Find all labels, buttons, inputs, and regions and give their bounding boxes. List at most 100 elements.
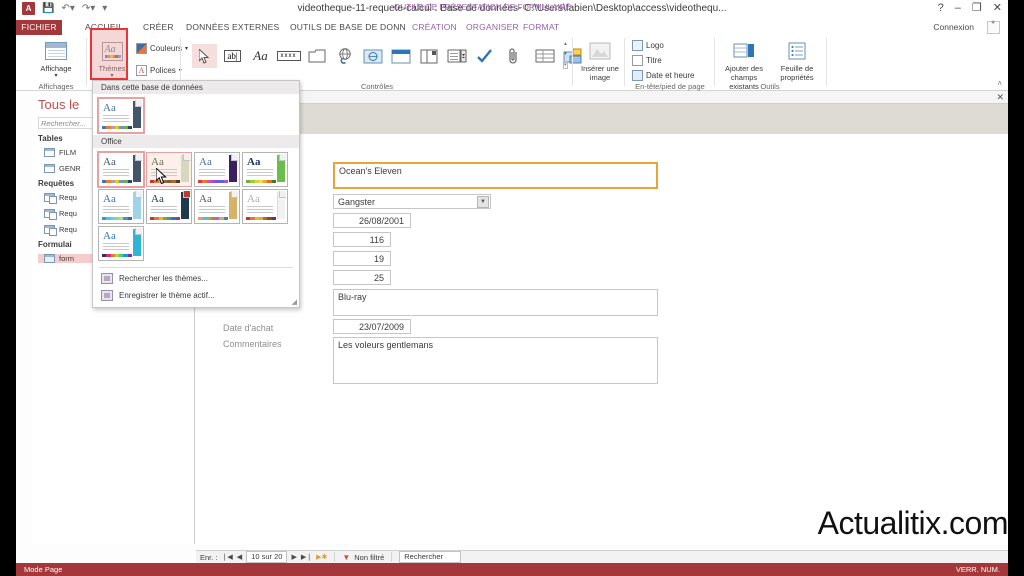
theme-thumb-ion[interactable]: Aa — [242, 152, 288, 187]
help-button[interactable]: ? — [938, 1, 944, 15]
gallery-more-icon[interactable]: ▾ — [563, 61, 568, 69]
textbox-icon[interactable]: ab| — [220, 44, 245, 68]
field-date-achat[interactable]: 23/07/2009 — [333, 319, 411, 334]
field-note[interactable]: 19 — [333, 251, 391, 266]
record-position-input[interactable]: 10 sur 20 — [246, 551, 288, 563]
list-box-icon[interactable] — [532, 44, 557, 68]
inserer-une-image-button[interactable]: Insérer une image — [578, 38, 622, 82]
screen-root: A 💾 ↶▾ ↷▾ ▾ videotheque-11-requete-calcu… — [0, 0, 1024, 576]
record-search-input[interactable]: Rechercher — [399, 551, 462, 563]
gallery-command-rechercher-themes[interactable]: Rechercher les thèmes... — [93, 270, 299, 287]
nav-item-requete-1[interactable]: Requ — [44, 193, 77, 204]
theme-thumb-current[interactable]: Aa — [97, 97, 145, 134]
theme-aa-preview: Aa — [103, 156, 116, 168]
theme-lines-preview — [199, 206, 225, 215]
tab-donnees-externes[interactable]: DONNÉES EXTERNES — [179, 20, 286, 35]
gallery-database-grid: Aa — [93, 94, 299, 135]
tab-fichier[interactable]: FICHIER — [16, 20, 62, 35]
combo-box-icon[interactable] — [444, 44, 469, 68]
nav-item-genre[interactable]: GENR — [44, 164, 81, 173]
subform-icon[interactable] — [416, 44, 441, 68]
theme-thumb-salle-conference[interactable]: Aa — [98, 189, 144, 224]
theme-thumb-integrale[interactable]: Aa — [194, 152, 240, 187]
theme-thumb-vue[interactable]: Aa — [98, 226, 144, 261]
query-icon — [44, 193, 57, 204]
theme-thumb-retrospect[interactable]: Aa — [194, 189, 240, 224]
polices-button[interactable]: A Polices ▾ — [136, 65, 182, 76]
theme-corner-fold — [279, 154, 286, 161]
restore-button[interactable]: ❐ — [972, 1, 982, 15]
date-heure-button[interactable]: Date et heure — [632, 70, 694, 81]
navgroup-tables[interactable]: Tables — [38, 134, 63, 143]
field-duree[interactable]: 116 — [333, 232, 391, 247]
field-support[interactable]: Blu-ray — [333, 289, 658, 316]
button-icon[interactable]: xxxx — [276, 44, 301, 68]
recnav-divider-2 — [391, 552, 393, 562]
chevron-down-icon[interactable]: ▼ — [477, 196, 489, 208]
ajouter-champs-label-1: Ajouter des — [725, 64, 763, 73]
tab-format[interactable]: FORMAT — [516, 20, 566, 35]
navigation-control-icon[interactable] — [388, 44, 413, 68]
field-genre[interactable]: Gangster ▼ — [333, 194, 491, 209]
field-titre[interactable]: Ocean's Eleven — [333, 162, 658, 189]
theme-thumb-organique[interactable]: Aa — [146, 189, 192, 224]
first-record-button[interactable]: ❘◀ — [222, 553, 233, 561]
tab-control-icon[interactable] — [304, 44, 329, 68]
logo-button[interactable]: Logo — [632, 40, 664, 51]
nav-item-label: Requ — [59, 225, 77, 234]
field-date-sortie[interactable]: 26/08/2001 — [333, 213, 411, 228]
gallery-resize-grip[interactable]: ◢ — [292, 298, 297, 306]
theme-lines-preview — [247, 206, 273, 215]
theme-thumb-secteur[interactable]: Aa — [242, 189, 288, 224]
attachment-icon[interactable] — [500, 44, 525, 68]
field-genre-value: Gangster — [338, 197, 376, 207]
field-commentaires[interactable]: Les voleurs gentlemans — [333, 337, 658, 384]
navgroup-requetes[interactable]: Requêtes — [38, 179, 74, 188]
affichage-button[interactable]: Affichage ▾ — [34, 38, 78, 79]
next-record-button[interactable]: ▶ — [291, 553, 296, 561]
gallery-scroll-up-icon[interactable]: ▲ — [563, 41, 568, 47]
account-avatar-icon[interactable] — [987, 19, 1000, 34]
close-button[interactable]: ✕ — [993, 1, 1002, 15]
check-box-icon[interactable] — [472, 44, 497, 68]
filter-status-label[interactable]: Non filtré — [354, 553, 384, 562]
theme-lines-preview — [151, 206, 177, 215]
theme-thumb-facette[interactable]: Aa — [146, 152, 192, 187]
last-record-button[interactable]: ▶❘ — [301, 553, 312, 561]
nav-item-film[interactable]: FILM — [44, 148, 76, 157]
titre-button[interactable]: Titre — [632, 55, 662, 66]
connexion-label[interactable]: Connexion — [933, 20, 974, 35]
select-tool-icon[interactable] — [192, 44, 217, 68]
feuille-proprietes-button[interactable]: Feuille de propriétés — [772, 38, 822, 82]
theme-lines-preview — [103, 206, 129, 215]
affichage-label: Affichage — [40, 64, 72, 73]
new-record-button[interactable]: ▶✱ — [316, 553, 327, 561]
field-prix[interactable]: 25 — [333, 270, 391, 285]
record-navigator: Enr. : ❘◀ ◀ 10 sur 20 ▶ ▶❘ ▶✱ ▼ Non filt… — [196, 550, 1008, 563]
navpane-title: Tous le — [38, 97, 80, 112]
collapse-ribbon-button[interactable]: ˄ — [997, 79, 1002, 88]
status-bar: Mode Page VERR. NUM. — [16, 563, 1008, 576]
nav-item-requete-3[interactable]: Requ — [44, 225, 77, 236]
tab-creation[interactable]: CRÉATION — [405, 20, 464, 35]
web-browser-icon[interactable] — [360, 44, 385, 68]
affichage-dropdown-arrow[interactable]: ▾ — [34, 73, 78, 79]
contextual-tab-banner: OUTILS DE PRÉSENTATION DE FORMULAIRE — [394, 3, 572, 12]
titre-label: Titre — [646, 56, 662, 65]
ribbon-separator-3 — [572, 38, 573, 86]
minimize-button[interactable]: – — [955, 1, 961, 15]
fonts-icon: A — [136, 65, 147, 76]
navgroup-formulaires[interactable]: Formulai — [38, 240, 72, 249]
theme-swatches-preview — [102, 217, 132, 220]
nav-item-requete-2[interactable]: Requ — [44, 209, 77, 220]
close-icon[interactable]: ✕ — [996, 91, 1004, 103]
hyperlink-icon[interactable] — [332, 44, 357, 68]
previous-record-button[interactable]: ◀ — [237, 553, 242, 561]
theme-thumb-office[interactable]: Aa — [97, 151, 145, 188]
label-icon[interactable]: Aa — [248, 44, 273, 68]
gallery-scroll-down-icon[interactable]: ▼ — [563, 51, 568, 57]
theme-aa-preview: Aa — [103, 102, 116, 114]
tab-creer[interactable]: CRÉER — [136, 20, 181, 35]
controls-gallery-scroll[interactable]: ▲ ▼ ▾ — [563, 41, 568, 69]
gallery-command-enregistrer-theme[interactable]: Enregistrer le thème actif... — [93, 287, 299, 304]
